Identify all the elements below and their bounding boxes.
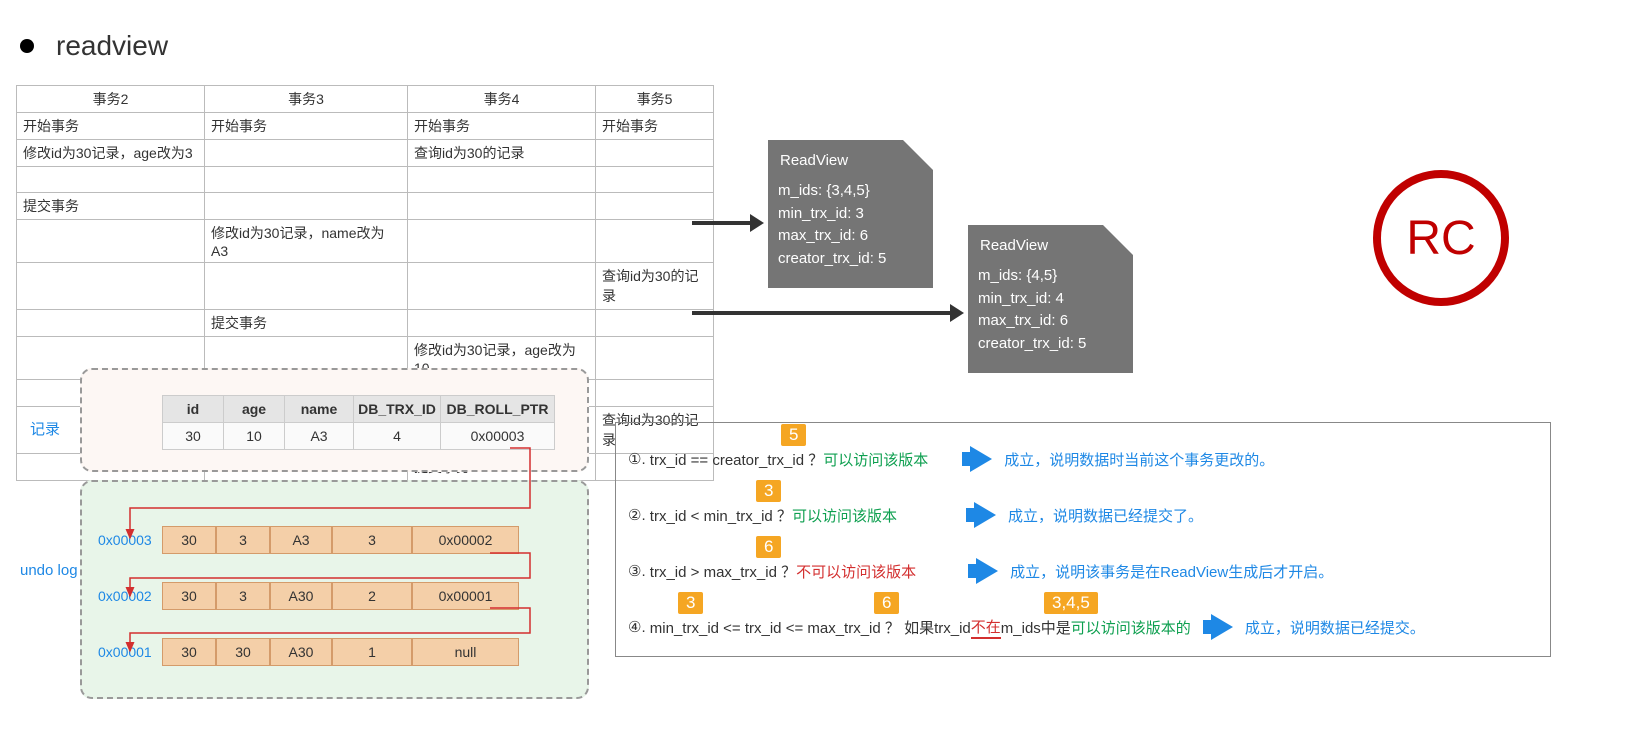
rules-panel: ①. trx_id == creator_trx_id ？ 可以访问该版本 成立… bbox=[615, 422, 1551, 657]
arrow-icon bbox=[970, 446, 992, 472]
rule-2: ②. trx_id < min_trx_id ？ 可以访问该版本 成立，说明数据… bbox=[628, 487, 1538, 543]
rule-3: ③. trx_id > max_trx_id ？ 不可以访问该版本 成立，说明该… bbox=[628, 543, 1538, 599]
arrow-icon bbox=[976, 558, 998, 584]
bullet-icon bbox=[20, 39, 34, 53]
readview-box-2: ReadView m_ids: {4,5} min_trx_id: 4 max_… bbox=[968, 225, 1133, 373]
undo-addr-2: 0x00002 bbox=[98, 588, 152, 604]
undo-row: 303A3020x00001 bbox=[162, 582, 519, 610]
value-tag: 3 bbox=[756, 480, 781, 502]
rule-1: ①. trx_id == creator_trx_id ？ 可以访问该版本 成立… bbox=[628, 431, 1538, 487]
undo-row: 303A330x00002 bbox=[162, 526, 519, 554]
th-trx3: 事务3 bbox=[205, 86, 408, 113]
record-table: id age name DB_TRX_ID DB_ROLL_PTR 30 10 … bbox=[162, 395, 555, 450]
undo-row: 3030A301null bbox=[162, 638, 519, 666]
th-trx2: 事务2 bbox=[17, 86, 205, 113]
arrow-icon bbox=[692, 221, 752, 225]
rc-badge: RC bbox=[1373, 170, 1509, 306]
arrow-icon bbox=[1211, 614, 1233, 640]
value-tag: 3 bbox=[678, 592, 703, 614]
value-tag: 6 bbox=[756, 536, 781, 558]
undo-addr-1: 0x00003 bbox=[98, 532, 152, 548]
undo-addr-3: 0x00001 bbox=[98, 644, 152, 660]
rule-4: ④. min_trx_id <= trx_id <= max_trx_id ？ … bbox=[628, 599, 1538, 655]
readview-title: ReadView bbox=[980, 235, 1048, 258]
page-title: readview bbox=[56, 30, 168, 62]
undolog-label: undo log bbox=[20, 562, 78, 579]
th-trx5: 事务5 bbox=[596, 86, 714, 113]
arrow-icon bbox=[974, 502, 996, 528]
record-label: 记录 bbox=[30, 418, 60, 439]
title-row: readview bbox=[20, 30, 168, 62]
arrow-icon bbox=[692, 311, 952, 315]
readview-box-1: ReadView m_ids: {3,4,5} min_trx_id: 3 ma… bbox=[768, 140, 933, 288]
value-tag: 3,4,5 bbox=[1044, 592, 1098, 614]
readview-title: ReadView bbox=[780, 150, 848, 173]
value-tag: 5 bbox=[781, 424, 806, 446]
th-trx4: 事务4 bbox=[408, 86, 596, 113]
value-tag: 6 bbox=[874, 592, 899, 614]
